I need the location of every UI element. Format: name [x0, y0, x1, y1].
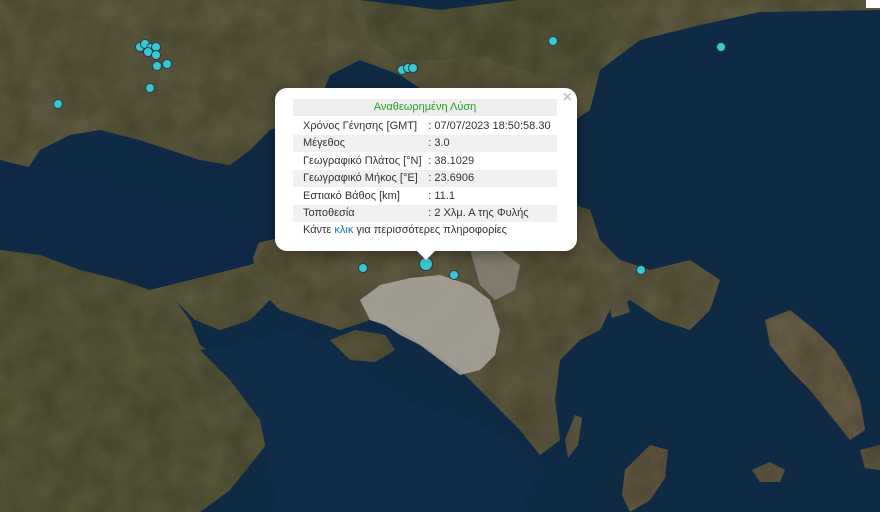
row-label: Τοποθεσία [293, 204, 429, 222]
row-label: Γεωγραφικό Πλάτος [°N] [293, 152, 429, 170]
satellite-map[interactable] [0, 0, 880, 512]
close-icon[interactable]: × [563, 90, 572, 106]
earthquake-info-table: Χρόνος Γένησης [GMT] : 07/07/2023 18:50:… [293, 117, 557, 222]
popup-content: Αναθεωρημένη Λύση Χρόνος Γένησης [GMT] :… [293, 99, 557, 236]
row-value: : 23.6906 [428, 169, 557, 187]
earthquake-marker-icon[interactable] [162, 59, 172, 69]
earthquake-info-popup: × Αναθεωρημένη Λύση Χρόνος Γένησης [GMT]… [275, 88, 577, 260]
popup-title: Αναθεωρημένη Λύση [293, 99, 557, 116]
table-row: Τοποθεσία : 2 Χλμ. Α της Φυλής [293, 204, 557, 222]
earthquake-marker-icon[interactable] [716, 42, 726, 52]
earthquake-marker-icon[interactable] [358, 263, 368, 273]
table-row: Μέγεθος : 3.0 [293, 134, 557, 152]
earthquake-marker-icon[interactable] [53, 99, 63, 109]
earthquake-marker-icon[interactable] [449, 270, 459, 280]
more-info-suffix: για περισσότερες πληροφορίες [353, 224, 507, 236]
earthquake-marker-icon[interactable] [636, 265, 646, 275]
earthquake-marker-icon[interactable] [145, 83, 155, 93]
row-value: : 38.1029 [428, 152, 557, 170]
row-label: Χρόνος Γένησης [GMT] [293, 117, 429, 135]
more-info-line: Κάντε κλικ για περισσότερες πληροφορίες [293, 224, 557, 236]
more-info-prefix: Κάντε [303, 224, 335, 236]
table-row: Χρόνος Γένησης [GMT] : 07/07/2023 18:50:… [293, 117, 557, 135]
earthquake-marker-icon[interactable] [408, 63, 418, 73]
table-row: Γεωγραφικό Μήκος [°E] : 23.6906 [293, 169, 557, 187]
row-value: : 2 Χλμ. Α της Φυλής [428, 204, 557, 222]
row-label: Μέγεθος [293, 134, 429, 152]
earthquake-marker-icon[interactable] [152, 61, 162, 71]
map-control-corner [866, 0, 880, 8]
row-value: : 3.0 [428, 134, 557, 152]
earthquake-marker-icon[interactable] [151, 50, 161, 60]
more-info-link[interactable]: κλικ [334, 224, 353, 236]
earthquake-marker-icon[interactable] [548, 36, 558, 46]
table-row: Γεωγραφικό Πλάτος [°N] : 38.1029 [293, 152, 557, 170]
popup-tip [416, 250, 436, 260]
row-value: : 11.1 [428, 187, 557, 205]
row-value: : 07/07/2023 18:50:58.30 [428, 117, 557, 135]
row-label: Εστιακό Βάθος [km] [293, 187, 429, 205]
row-label: Γεωγραφικό Μήκος [°E] [293, 169, 429, 187]
table-row: Εστιακό Βάθος [km] : 11.1 [293, 187, 557, 205]
